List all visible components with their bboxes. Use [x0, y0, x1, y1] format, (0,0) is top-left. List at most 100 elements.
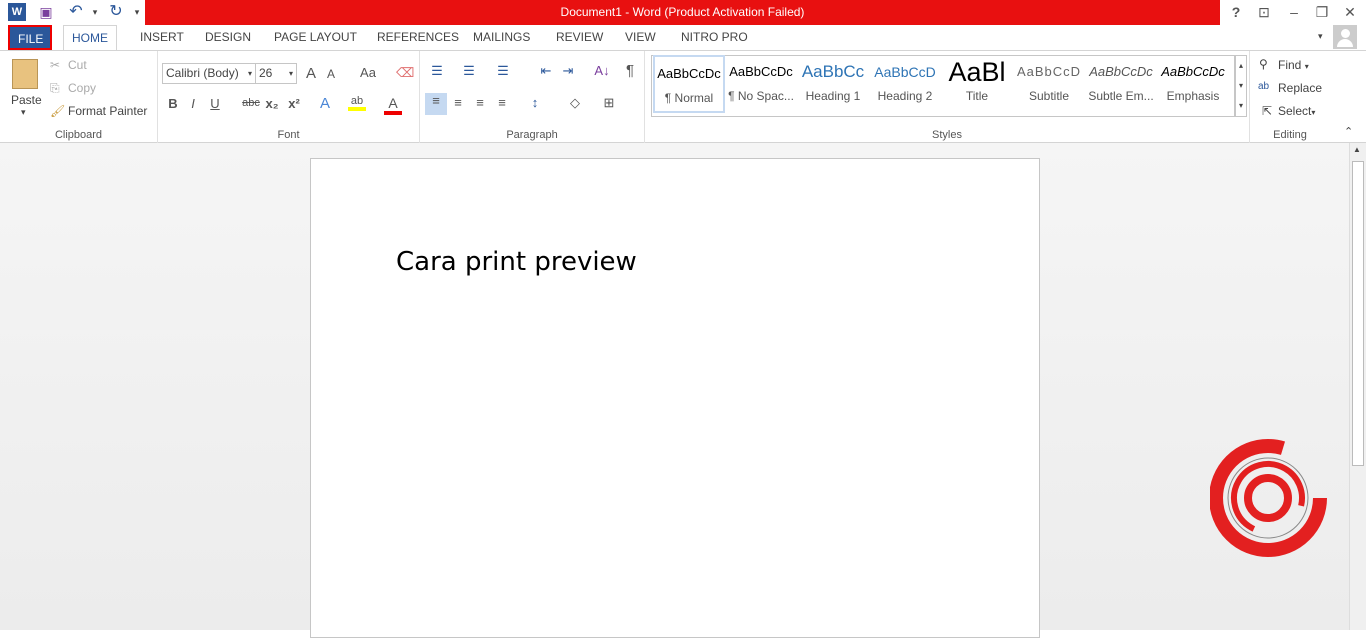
- paragraph-group: ☰ ☰ ☰ ⇤ ⇥ A↓ ¶ ≡ ≡ ≡ ≡ ↕ ◇ ⊞ Paragraph: [420, 51, 645, 143]
- font-size-select[interactable]: 26 ▾: [255, 63, 297, 84]
- underline-button[interactable]: U: [206, 96, 224, 111]
- tab-review[interactable]: REVIEW: [548, 25, 611, 50]
- style-heading-2[interactable]: AaBbCcD Heading 2: [869, 55, 941, 113]
- account-dropdown-icon[interactable]: ▾: [1318, 31, 1323, 42]
- format-painter-button[interactable]: Format Painter: [68, 104, 147, 118]
- find-label: Find: [1278, 58, 1302, 72]
- font-color-button[interactable]: A: [384, 95, 402, 115]
- vertical-scrollbar[interactable]: ▲: [1349, 143, 1366, 630]
- restore-button[interactable]: ❐: [1308, 2, 1336, 22]
- style-name: Heading 2: [877, 89, 933, 103]
- tab-file[interactable]: FILE: [8, 25, 52, 50]
- tab-mailings[interactable]: MAILINGS: [465, 25, 538, 50]
- styles-scroll[interactable]: ▴ ▾ ▾: [1235, 55, 1247, 117]
- minimize-button[interactable]: –: [1280, 2, 1308, 22]
- style-name: Subtitle: [1028, 89, 1070, 103]
- strikethrough-button[interactable]: abc: [238, 97, 264, 109]
- style-subtitle[interactable]: AaBbCcD Subtitle: [1013, 55, 1085, 113]
- undo-dropdown-icon[interactable]: ▾: [86, 3, 104, 21]
- multilevel-list-icon[interactable]: ☰: [494, 63, 512, 79]
- font-name-value: Calibri (Body): [166, 66, 239, 80]
- shading-icon[interactable]: ◇: [566, 95, 584, 111]
- cut-icon: ✂: [50, 58, 61, 72]
- font-group: Calibri (Body) ▾ 26 ▾ A A Aa ⌫ B I U abc x…: [158, 51, 420, 143]
- grow-font-button[interactable]: A: [302, 65, 320, 82]
- superscript-button[interactable]: x²: [285, 96, 303, 111]
- text-effects-button[interactable]: A: [316, 95, 334, 112]
- bullets-icon[interactable]: ☰: [428, 63, 446, 79]
- watermark-logo: [1209, 436, 1332, 558]
- select-label: Select: [1278, 104, 1312, 118]
- copy-button[interactable]: Copy: [68, 81, 96, 95]
- customize-qat-icon[interactable]: ▾: [128, 3, 146, 21]
- ribbon-display-button[interactable]: ⊡: [1250, 2, 1278, 22]
- show-formatting-icon[interactable]: ¶: [621, 62, 639, 79]
- style-sample: AaBbCcDc: [657, 66, 721, 81]
- find-button[interactable]: Find ▾: [1278, 58, 1309, 72]
- center-button[interactable]: ≡: [449, 95, 467, 110]
- align-right-button[interactable]: ≡: [471, 95, 489, 110]
- copy-icon: ⎘: [50, 81, 60, 95]
- save-icon[interactable]: ▣: [37, 3, 55, 21]
- paste-dropdown-icon[interactable]: ▾: [21, 107, 26, 118]
- style-no-spacing[interactable]: AaBbCcDc ¶ No Spac...: [725, 55, 797, 113]
- style-subtle-emphasis[interactable]: AaBbCcDc Subtle Em...: [1085, 55, 1157, 113]
- close-button[interactable]: ✕: [1336, 2, 1364, 22]
- style-name: Subtle Em...: [1088, 89, 1154, 103]
- tab-references[interactable]: REFERENCES: [369, 25, 467, 50]
- style-normal[interactable]: AaBbCcDc ¶ Normal: [653, 55, 725, 113]
- style-emphasis[interactable]: AaBbCcDc Emphasis: [1157, 55, 1229, 113]
- shrink-font-button[interactable]: A: [322, 67, 340, 81]
- font-label: Font: [277, 129, 300, 141]
- increase-indent-icon[interactable]: ⇥: [559, 63, 577, 79]
- style-sample: AaBbCc: [801, 62, 865, 81]
- replace-icon: ab: [1258, 81, 1270, 92]
- justify-button[interactable]: ≡: [493, 95, 511, 110]
- numbering-icon[interactable]: ☰: [460, 63, 478, 79]
- style-name: Heading 1: [805, 89, 861, 103]
- change-case-button[interactable]: Aa: [354, 65, 382, 80]
- italic-button[interactable]: I: [184, 96, 202, 111]
- paste-button[interactable]: Paste: [11, 93, 42, 107]
- tab-view[interactable]: VIEW: [617, 25, 664, 50]
- document-text[interactable]: Cara print preview: [396, 247, 637, 277]
- tab-insert[interactable]: INSERT: [132, 25, 192, 50]
- tab-design[interactable]: DESIGN: [197, 25, 259, 50]
- style-heading-1[interactable]: AaBbCc Heading 1: [797, 55, 869, 113]
- select-button[interactable]: Select▾: [1278, 104, 1315, 118]
- style-name: Title: [965, 89, 989, 103]
- line-spacing-icon[interactable]: ↕: [526, 95, 544, 110]
- tab-page-layout[interactable]: PAGE LAYOUT: [266, 25, 365, 50]
- style-title[interactable]: AaBl Title: [941, 55, 1013, 113]
- styles-group: AaBbCcDc ¶ Normal AaBbCcDc ¶ No Spac... Aa…: [645, 51, 1250, 143]
- clipboard-group: Paste ▾ ✂ Cut ⎘ Copy 🖌 Format Painter Cl…: [0, 51, 158, 143]
- decrease-indent-icon[interactable]: ⇤: [537, 63, 555, 79]
- help-button[interactable]: ?: [1222, 2, 1250, 22]
- clear-formatting-icon[interactable]: ⌫: [396, 65, 414, 81]
- font-name-select[interactable]: Calibri (Body) ▾: [162, 63, 256, 84]
- word-logo-icon: W: [8, 3, 26, 21]
- editing-group: ⚲ Find ▾ ab Replace ⇱ Select▾ Editing: [1250, 51, 1330, 143]
- style-name: ¶ No Spac...: [728, 89, 794, 103]
- tab-nitro-pro[interactable]: NITRO PRO: [673, 25, 756, 50]
- avatar[interactable]: [1333, 25, 1357, 49]
- document-page[interactable]: Cara print preview: [310, 158, 1040, 638]
- borders-icon[interactable]: ⊞: [600, 95, 618, 111]
- style-sample: AaBl: [948, 57, 1006, 87]
- highlight-button[interactable]: ab: [348, 95, 366, 111]
- align-left-button[interactable]: ≡: [425, 93, 447, 115]
- collapse-ribbon-icon[interactable]: ⌃: [1344, 125, 1353, 138]
- sort-icon[interactable]: A↓: [590, 63, 614, 78]
- cut-button[interactable]: Cut: [68, 58, 87, 72]
- paste-icon: [12, 59, 38, 89]
- scroll-up-icon[interactable]: ▲: [1353, 145, 1361, 154]
- tab-home[interactable]: HOME: [63, 25, 117, 51]
- replace-button[interactable]: Replace: [1278, 81, 1322, 95]
- subscript-button[interactable]: x₂: [263, 96, 281, 111]
- find-icon: ⚲: [1259, 57, 1268, 71]
- bold-button[interactable]: B: [164, 96, 182, 111]
- redo-icon[interactable]: ↻: [107, 3, 125, 21]
- scrollbar-thumb[interactable]: [1352, 161, 1364, 466]
- undo-icon[interactable]: ↶: [67, 3, 85, 21]
- window-title: Document1 - Word (Product Activation Fai…: [145, 0, 1220, 25]
